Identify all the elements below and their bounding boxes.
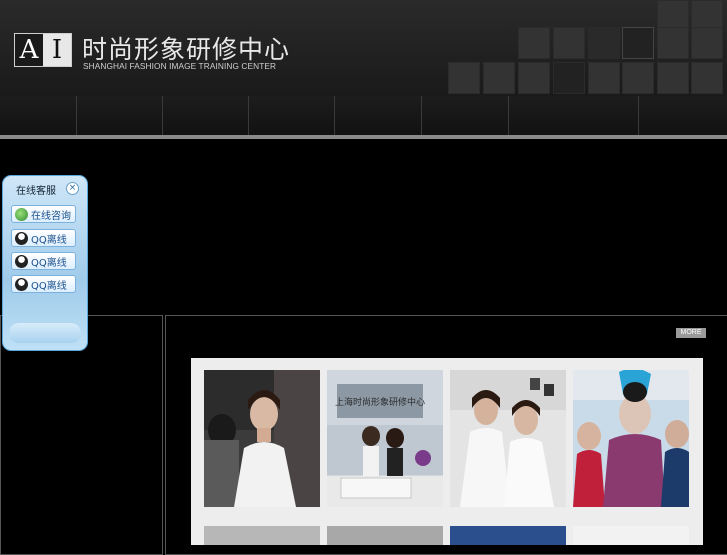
- decor-tile: [553, 27, 585, 59]
- gallery-photo-row2-4[interactable]: [573, 526, 689, 545]
- photo-gallery: 上海时尚形象研修中心: [191, 358, 703, 545]
- qq-button-3[interactable]: QQ离线: [11, 275, 76, 293]
- nav-item-6[interactable]: [422, 96, 509, 136]
- gallery-photo-row2-3[interactable]: [450, 526, 566, 545]
- decor-tile: [622, 27, 654, 59]
- customer-service-widget: 在线客服 × 在线咨询 QQ离线 QQ离线 QQ离线: [2, 175, 88, 351]
- logo-letter-i: I: [43, 34, 71, 66]
- nav-divider: [0, 135, 727, 139]
- nav-item-5[interactable]: [335, 96, 422, 136]
- decor-tile: [518, 27, 550, 59]
- qq-button-label: QQ离线: [31, 234, 67, 246]
- qq-penguin-icon: [15, 254, 28, 268]
- site-header: A I 时尚形象研修中心 SHANGHAI FASHION IMAGE TRAI…: [0, 0, 727, 96]
- decor-tile: [588, 27, 620, 59]
- gallery-photo-row2-1[interactable]: [204, 526, 320, 545]
- more-button[interactable]: MORE: [676, 328, 706, 338]
- customer-service-footer: [9, 323, 81, 343]
- decor-tile: [518, 62, 550, 94]
- logo-letter-a: A: [15, 34, 43, 66]
- decor-tile: [657, 62, 689, 94]
- decor-tile: [691, 62, 723, 94]
- nav-item-7[interactable]: [509, 96, 639, 136]
- decor-tile: [588, 62, 620, 94]
- studio-sign-text: 上海时尚形象研修中心: [335, 396, 425, 408]
- chat-user-icon: [15, 207, 28, 221]
- decor-tile: [553, 62, 585, 94]
- gallery-photo-makeup[interactable]: [573, 370, 689, 507]
- gallery-photo-row2-2[interactable]: [327, 526, 443, 545]
- qq-button-2[interactable]: QQ离线: [11, 252, 76, 270]
- gallery-photo-brides[interactable]: [450, 370, 566, 507]
- online-consult-label: 在线咨询: [31, 210, 71, 222]
- decor-tile: [691, 27, 723, 59]
- decor-tile: [483, 62, 515, 94]
- nav-item-1[interactable]: [0, 96, 77, 136]
- customer-service-title: 在线客服: [16, 186, 56, 197]
- online-consult-button[interactable]: 在线咨询: [11, 205, 76, 223]
- decor-tile: [622, 62, 654, 94]
- qq-penguin-icon: [15, 277, 28, 291]
- qq-penguin-icon: [15, 231, 28, 245]
- gallery-photo-bride[interactable]: [204, 370, 320, 507]
- nav-item-2[interactable]: [77, 96, 163, 136]
- qq-button-1[interactable]: QQ离线: [11, 229, 76, 247]
- gallery-photo-studio[interactable]: 上海时尚形象研修中心: [327, 370, 443, 507]
- decor-tile: [657, 27, 689, 59]
- qq-button-label: QQ离线: [31, 280, 67, 292]
- decor-tile: [448, 62, 480, 94]
- close-icon[interactable]: ×: [66, 182, 79, 195]
- nav-item-8[interactable]: [639, 96, 727, 136]
- site-title-en: SHANGHAI FASHION IMAGE TRAINING CENTER: [83, 61, 277, 71]
- qq-button-label: QQ离线: [31, 257, 67, 269]
- nav-item-4[interactable]: [249, 96, 335, 136]
- main-nav: [0, 96, 727, 136]
- nav-item-3[interactable]: [163, 96, 249, 136]
- site-logo[interactable]: A I: [14, 33, 72, 67]
- left-panel: [0, 315, 163, 555]
